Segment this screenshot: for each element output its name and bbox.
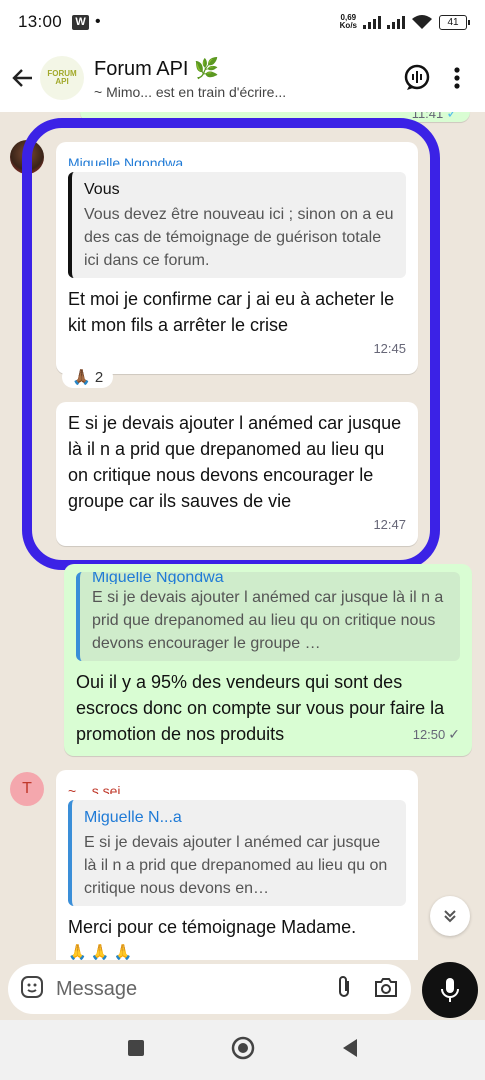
network-speed: 0,69 Ko/s — [340, 14, 357, 30]
voice-chat-icon[interactable] — [397, 58, 437, 98]
message-bubble[interactable]: Miguelle Ngondwa E si je devais ajouter … — [64, 564, 472, 756]
quote-text: E si je devais ajouter l anémed car jusq… — [84, 834, 388, 897]
message-input[interactable]: Message — [56, 978, 335, 1001]
status-time: 13:00 — [18, 12, 63, 31]
signal-icon-2 — [387, 15, 405, 29]
mic-icon[interactable] — [422, 962, 478, 1018]
quoted-message[interactable]: Miguelle Ngondwa E si je devais ajouter … — [76, 572, 460, 661]
chat-title: Forum API 🌿 — [94, 58, 219, 80]
nav-home-icon[interactable] — [231, 1036, 255, 1065]
group-avatar[interactable]: FORUM API — [40, 56, 84, 100]
camera-icon[interactable] — [373, 975, 399, 1004]
scroll-down-icon[interactable] — [430, 896, 470, 936]
quote-text: E si je devais ajouter l anémed car jusq… — [92, 589, 444, 652]
message-input-box[interactable]: Message — [8, 964, 411, 1014]
more-vert-icon[interactable] — [437, 58, 477, 98]
status-bar: 13:00 W • 0,69 Ko/s 41 — [0, 0, 485, 44]
speed-unit: Ko/s — [339, 21, 357, 30]
emoji-row: 🙏 🙏 🙏 — [68, 944, 133, 960]
annotation-circle — [22, 118, 440, 570]
system-navbar — [0, 1020, 485, 1080]
nav-back-icon[interactable] — [341, 1038, 359, 1063]
wifi-icon — [412, 15, 432, 29]
quoted-message[interactable]: Miguelle N...a E si je devais ajouter l … — [68, 800, 406, 906]
notification-dot: • — [95, 13, 101, 30]
back-arrow-icon[interactable] — [8, 63, 38, 93]
sender-name: ~ ...s sei — [68, 783, 121, 794]
read-check-icon: ✓ — [446, 112, 458, 121]
quote-author: Miguelle Ngondwa — [92, 572, 224, 584]
attach-icon[interactable] — [335, 974, 353, 1005]
avatar[interactable]: T — [10, 772, 44, 806]
chat-area[interactable]: 11:41 ✓ Miguelle Ngondwa Vous Vous devez … — [0, 112, 485, 960]
message-bubble[interactable]: ~ ...s sei Miguelle N...a E si je devais… — [56, 770, 418, 960]
signal-icon — [363, 15, 381, 29]
message-text: Oui il y a 95% des vendeurs qui sont des… — [76, 672, 445, 744]
quote-author: Miguelle N...a — [84, 809, 182, 826]
header-text[interactable]: Forum API 🌿 ~ Mimo... est en train d'écr… — [94, 56, 397, 100]
message-text: Merci pour ce témoignage Madame. — [68, 917, 357, 937]
app-badge-icon: W — [72, 14, 90, 30]
battery-icon: 41 — [439, 14, 470, 30]
composer: Message — [0, 960, 485, 1018]
nav-square-icon[interactable] — [127, 1039, 145, 1062]
typing-status: ~ Mimo... est en train d'écrire... — [94, 84, 287, 100]
chat-header: FORUM API Forum API 🌿 ~ Mimo... est en t… — [0, 44, 485, 112]
message-time: 12:50 ✓ — [412, 726, 460, 742]
sent-check-icon: ✓ — [448, 726, 460, 742]
sticker-icon[interactable] — [20, 975, 44, 1004]
